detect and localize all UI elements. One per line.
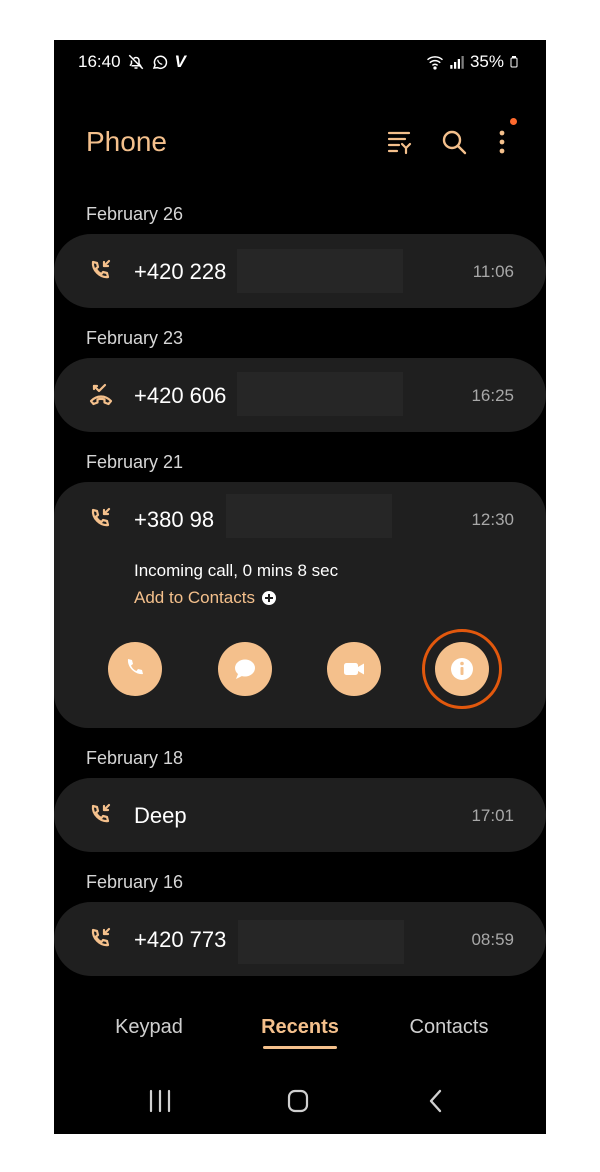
message-button[interactable] bbox=[218, 642, 272, 696]
incoming-call-icon bbox=[91, 803, 111, 823]
info-icon bbox=[451, 658, 473, 680]
back-icon[interactable] bbox=[420, 1088, 452, 1114]
call-contact-name: Deep bbox=[134, 803, 187, 828]
call-number: +420 606 bbox=[134, 383, 227, 408]
tab-recents[interactable]: Recents bbox=[235, 1016, 365, 1039]
bell-off-icon bbox=[128, 54, 143, 70]
battery-icon bbox=[510, 56, 518, 68]
date-header: February 21 bbox=[86, 452, 184, 472]
redacted-number bbox=[237, 372, 403, 416]
tab-contacts[interactable]: Contacts bbox=[384, 1016, 514, 1039]
status-left: 16:40 V bbox=[78, 52, 186, 72]
video-call-button[interactable] bbox=[327, 642, 381, 696]
redacted-number bbox=[238, 920, 404, 964]
video-camera-icon bbox=[344, 663, 364, 675]
call-log-item[interactable]: Deep 17:01 bbox=[54, 778, 546, 852]
incoming-call-icon bbox=[91, 927, 111, 947]
status-time: 16:40 bbox=[78, 52, 121, 71]
add-circle-icon bbox=[261, 591, 276, 605]
date-header: February 23 bbox=[86, 328, 184, 348]
call-details: Incoming call, 0 mins 8 sec bbox=[134, 561, 339, 580]
call-log-item[interactable]: +420 228 11:06 bbox=[54, 234, 546, 308]
call-log-item[interactable]: +420 773 08:59 bbox=[54, 902, 546, 976]
details-button[interactable] bbox=[435, 642, 489, 696]
incoming-call-icon bbox=[91, 507, 111, 527]
call-time: 08:59 bbox=[471, 930, 514, 949]
tab-keypad[interactable]: Keypad bbox=[84, 1016, 214, 1039]
call-button[interactable] bbox=[108, 642, 162, 696]
date-header: February 26 bbox=[86, 204, 184, 224]
date-header: February 18 bbox=[86, 748, 184, 768]
call-time: 12:30 bbox=[471, 510, 514, 529]
message-icon bbox=[235, 659, 255, 679]
date-header: February 16 bbox=[86, 872, 184, 892]
page-title: Phone bbox=[86, 126, 167, 157]
redacted-number bbox=[226, 494, 392, 538]
call-time: 17:01 bbox=[471, 806, 514, 825]
call-time: 16:25 bbox=[471, 386, 514, 405]
v-app-icon: V bbox=[174, 52, 186, 71]
call-log-item-expanded[interactable]: +380 98 12:30 Incoming call, 0 mins 8 se… bbox=[54, 482, 546, 728]
notification-dot bbox=[510, 118, 517, 125]
call-number: +380 98 bbox=[134, 507, 215, 532]
incoming-call-icon bbox=[91, 259, 111, 279]
missed-call-icon bbox=[89, 383, 113, 406]
call-time: 11:06 bbox=[472, 262, 514, 281]
search-icon[interactable] bbox=[440, 128, 468, 156]
more-options-icon[interactable] bbox=[488, 128, 516, 156]
status-bar: 16:40 V 35% bbox=[54, 40, 546, 84]
call-number: +420 773 bbox=[134, 927, 227, 952]
signal-icon bbox=[450, 56, 464, 69]
wifi-icon bbox=[426, 56, 443, 70]
whatsapp-icon bbox=[152, 55, 167, 69]
phone-icon bbox=[127, 659, 143, 675]
redacted-number bbox=[237, 249, 403, 293]
battery-level: 35% bbox=[469, 52, 504, 71]
recent-apps-icon[interactable] bbox=[144, 1088, 176, 1114]
home-icon[interactable] bbox=[282, 1088, 314, 1114]
phone-screen: 16:40 V 35% Phone February 26 +420 228 1… bbox=[54, 40, 546, 1134]
add-to-contacts-label: Add to Contacts bbox=[134, 588, 255, 607]
status-right: 35% bbox=[426, 52, 520, 72]
active-tab-indicator bbox=[263, 1046, 337, 1049]
add-to-contacts-link[interactable]: Add to Contacts bbox=[134, 588, 277, 608]
call-number: +420 228 bbox=[134, 259, 227, 284]
filter-icon[interactable] bbox=[386, 128, 414, 156]
bottom-tabs: Keypad Recents Contacts bbox=[54, 1016, 546, 1056]
call-log-item[interactable]: +420 606 16:25 bbox=[54, 358, 546, 432]
